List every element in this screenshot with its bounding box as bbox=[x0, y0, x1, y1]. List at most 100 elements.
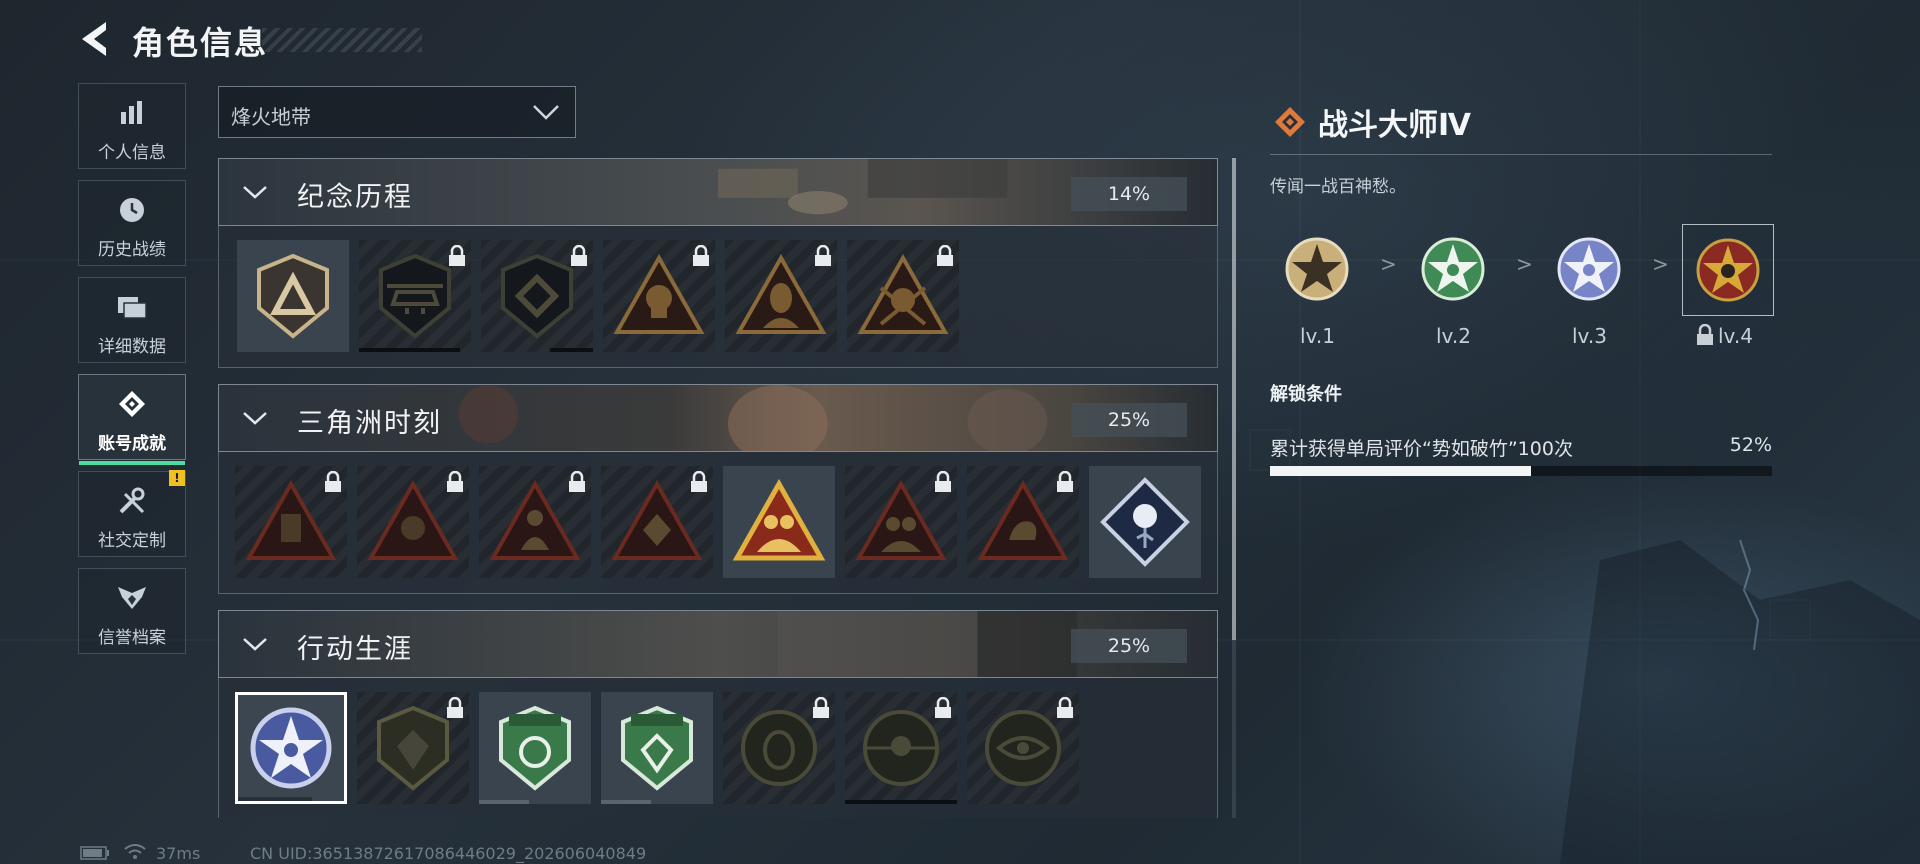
lock-icon bbox=[325, 471, 341, 492]
level-label: lv.4 bbox=[1718, 324, 1753, 348]
lock-icon bbox=[693, 245, 709, 266]
level-label: lv.2 bbox=[1436, 324, 1471, 348]
chevron-down-icon bbox=[243, 186, 267, 199]
sidebar-item-details[interactable]: 详细数据 bbox=[78, 277, 186, 363]
lock-icon bbox=[1057, 471, 1073, 492]
badge-dark-shield[interactable] bbox=[357, 692, 469, 804]
badge-triangle-shield[interactable] bbox=[237, 240, 349, 352]
level-separator: > bbox=[1516, 252, 1533, 276]
sidebar-item-label: 详细数据 bbox=[98, 337, 166, 357]
lock-icon bbox=[1057, 697, 1073, 718]
lock-icon bbox=[571, 245, 587, 266]
unlock-condition: 累计获得单局评价“势如破竹”100次 bbox=[1270, 438, 1573, 460]
section-percent: 25% bbox=[1071, 403, 1187, 437]
alert-badge: ! bbox=[169, 470, 185, 486]
sidebar-item-reputation[interactable]: 信誉档案 bbox=[78, 568, 186, 654]
battery-icon bbox=[80, 846, 109, 860]
badge-woman-triangle[interactable] bbox=[725, 240, 837, 352]
badge-backpack-triangle[interactable] bbox=[235, 466, 347, 578]
scrollbar-thumb[interactable] bbox=[1232, 158, 1236, 640]
badge-diamond-shield[interactable] bbox=[481, 240, 593, 352]
level-3-badge[interactable] bbox=[1544, 224, 1634, 314]
diamond-logo-icon bbox=[1275, 107, 1305, 137]
bar-chart-icon bbox=[121, 101, 142, 124]
chevron-down-icon bbox=[243, 412, 267, 425]
badge-team-triangle[interactable] bbox=[845, 466, 957, 578]
level-2-badge[interactable] bbox=[1408, 224, 1498, 314]
wifi-icon bbox=[124, 844, 146, 859]
lock-icon bbox=[935, 471, 951, 492]
list-scrollbar[interactable] bbox=[1232, 158, 1236, 818]
badge-rose-diamond[interactable] bbox=[1089, 466, 1201, 578]
level-4-badge[interactable] bbox=[1682, 224, 1774, 316]
user-uid: CN UID:3651387261708644602​9_20260604084… bbox=[250, 844, 647, 863]
chevron-down-icon bbox=[533, 105, 559, 120]
achievement-description: 传闻一战百神愁。 bbox=[1270, 177, 1406, 197]
badge-circle-soldier[interactable] bbox=[845, 692, 957, 804]
chevron-down-icon bbox=[243, 638, 267, 651]
achievement-list[interactable]: 纪念历程 14% 三角洲时刻 25% 行动生涯 25% bbox=[218, 158, 1220, 818]
red-star-medal-icon bbox=[1696, 238, 1760, 302]
green-shield-star-badge-icon bbox=[621, 705, 693, 791]
badge-circle-eye[interactable] bbox=[967, 692, 1079, 804]
sidebar-item-history[interactable]: 历史战绩 bbox=[78, 180, 186, 266]
back-button[interactable] bbox=[76, 18, 116, 60]
sidebar-item-label: 社交定制 bbox=[98, 531, 166, 551]
clock-icon bbox=[120, 198, 144, 222]
section-badges bbox=[218, 226, 1218, 368]
lock-icon bbox=[691, 471, 707, 492]
folder-icon bbox=[118, 297, 147, 319]
badge-green-shield-star[interactable] bbox=[601, 692, 713, 804]
section-percent: 25% bbox=[1071, 629, 1187, 663]
badge-team-gold-triangle[interactable] bbox=[723, 466, 835, 578]
badge-gem-triangle[interactable] bbox=[601, 466, 713, 578]
badge-progress bbox=[479, 800, 530, 804]
badge-progress bbox=[359, 348, 460, 352]
section-title: 纪念历程 bbox=[297, 182, 413, 213]
badge-soldier-triangle[interactable] bbox=[847, 240, 959, 352]
sidebar-item-label: 历史战绩 bbox=[98, 240, 166, 260]
unlock-conditions-heading: 解锁条件 bbox=[1270, 384, 1342, 405]
mode-dropdown[interactable]: 烽火地带 bbox=[218, 86, 576, 138]
sidebar-item-profile[interactable]: 个人信息 bbox=[78, 83, 186, 169]
sidebar-item-social[interactable]: ! 社交定制 bbox=[78, 470, 186, 557]
sidebar-item-achievements[interactable]: 账号成就 bbox=[78, 374, 186, 465]
lock-icon bbox=[935, 697, 951, 718]
rose-diamond-badge-icon bbox=[1100, 477, 1190, 567]
dropdown-value: 烽火地带 bbox=[231, 105, 311, 129]
badge-progress bbox=[845, 800, 957, 804]
sidebar-item-label: 账号成就 bbox=[98, 434, 166, 454]
team-gold-triangle-badge-icon bbox=[732, 478, 826, 561]
level-label: lv.3 bbox=[1572, 324, 1607, 348]
ping-value: 37ms bbox=[156, 844, 201, 863]
section-badges bbox=[218, 452, 1218, 594]
section-header[interactable]: 行动生涯 25% bbox=[218, 610, 1218, 678]
lock-icon bbox=[447, 471, 463, 492]
badge-progress bbox=[238, 797, 313, 801]
section-header[interactable]: 纪念历程 14% bbox=[218, 158, 1218, 226]
section-percent: 14% bbox=[1071, 177, 1187, 211]
lock-icon bbox=[447, 697, 463, 718]
badge-circle-shell[interactable] bbox=[723, 692, 835, 804]
lock-icon bbox=[569, 471, 585, 492]
badge-skull-triangle[interactable] bbox=[603, 240, 715, 352]
achievement-title: 战斗大师Ⅳ bbox=[1318, 108, 1471, 143]
back-arrow-icon bbox=[82, 22, 106, 56]
badge-figure-triangle[interactable] bbox=[479, 466, 591, 578]
badge-helicopter[interactable] bbox=[359, 240, 471, 352]
badge-blue-star[interactable] bbox=[235, 692, 347, 804]
section-badges bbox=[218, 678, 1218, 818]
lock-icon bbox=[1697, 324, 1713, 345]
badge-green-shield[interactable] bbox=[479, 692, 591, 804]
badge-skull-triangle[interactable] bbox=[357, 466, 469, 578]
page-title: 角色信息 bbox=[132, 24, 269, 62]
level-1-badge[interactable] bbox=[1272, 224, 1362, 314]
badge-hand-triangle[interactable] bbox=[967, 466, 1079, 578]
section-header[interactable]: 三角洲时刻 25% bbox=[218, 384, 1218, 452]
blue-star-badge-icon bbox=[250, 707, 332, 789]
condition-percent: 52% bbox=[1729, 434, 1772, 456]
level-label: lv.1 bbox=[1300, 324, 1335, 348]
condition-progress-bar bbox=[1270, 466, 1772, 476]
lock-icon bbox=[449, 245, 465, 266]
level-separator: > bbox=[1652, 252, 1669, 276]
